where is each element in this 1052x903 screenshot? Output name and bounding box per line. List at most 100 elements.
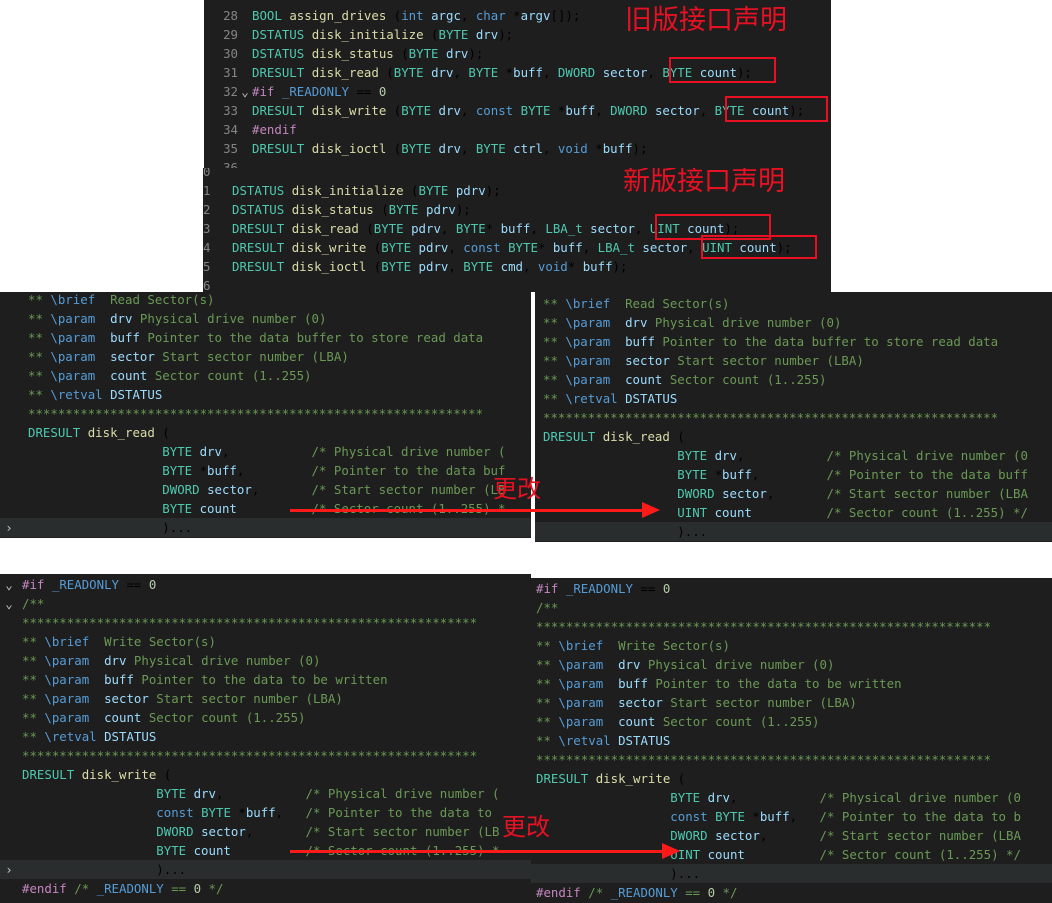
code-text: BYTE drv, /* Physical drive number (0 [670,790,1021,805]
chevron-down-icon[interactable]: ⌄ [2,594,16,613]
code-text: BYTE drv, /* Physical drive number (0 [677,448,1028,463]
code-line[interactable]: ** \param count Sector count (1..255) [0,708,531,727]
code-line[interactable]: ** \retval DSTATUS [535,389,1052,408]
code-line[interactable]: 36 [204,158,831,168]
code-line[interactable]: 35 DRESULT disk_ioctl (BYTE drv, BYTE ctr… [204,139,831,158]
code-line[interactable]: › )... [0,518,531,537]
highlight-box [669,57,776,83]
code-text: DSTATUS disk_initialize (BYTE drv); [252,27,514,42]
disk-write-old-pane: ⌄ #if _READONLY == 0 ⌄ /** *****************… [0,574,531,903]
code-line[interactable]: UINT count /* Sector count (1..255) */ [535,503,1052,522]
code-line[interactable]: const BYTE *buff, /* Pointer to the data… [0,803,531,822]
code-line[interactable]: DRESULT disk_read ( [0,423,531,442]
code-text: BYTE drv, /* Physical drive number ( [162,444,506,459]
code-line[interactable]: /** [531,598,1052,617]
code-text: ** \param sector Start sector number (LB… [536,695,857,710]
code-line[interactable]: const BYTE *buff, /* Pointer to the data… [531,807,1052,826]
code-line[interactable]: 5 DRESULT disk_ioctl (BYTE pdrv, BYTE cmd… [203,257,831,276]
code-line[interactable]: UINT count /* Sector count (1..255) */ [531,845,1052,864]
code-line[interactable]: ** \brief Write Sector(s) [531,636,1052,655]
code-line[interactable]: 34 #endif [204,120,831,139]
code-line[interactable]: ****************************************… [0,613,531,632]
disk-read-old-pane: ** \brief Read Sector(s) ** \param drv Ph… [0,292,531,538]
code-line[interactable]: ** \param count Sector count (1..255) [0,366,531,385]
code-line[interactable]: ** \param count Sector count (1..255) [535,370,1052,389]
code-line[interactable]: #if _READONLY == 0 [531,579,1052,598]
code-text: ****************************************… [536,752,992,767]
code-text: UINT count /* Sector count (1..255) */ [677,505,1028,520]
code-line[interactable]: ** \param count Sector count (1..255) [531,712,1052,731]
code-line[interactable]: ** \retval DSTATUS [0,385,531,404]
code-line[interactable]: ****************************************… [535,408,1052,427]
code-line[interactable]: BYTE drv, /* Physical drive number ( [0,442,531,461]
code-line[interactable]: BYTE drv, /* Physical drive number (0 [535,446,1052,465]
code-line[interactable]: ****************************************… [531,750,1052,769]
code-line[interactable]: › )... [0,860,531,879]
code-text: #endif /* _READONLY == 0 */ [22,881,224,896]
code-line[interactable]: ⌄ /** [0,594,531,613]
code-line[interactable]: ** \param drv Physical drive number (0) [535,313,1052,332]
code-line[interactable]: ** \retval DSTATUS [531,731,1052,750]
code-line[interactable]: ** \param sector Start sector number (LB… [535,351,1052,370]
code-line[interactable]: DWORD sector, /* Start sector number (LB [0,480,531,499]
code-line[interactable]: ** \param sector Start sector number (LB… [0,347,531,366]
code-line[interactable]: ** \param buff Pointer to the data to be… [531,674,1052,693]
chevron-right-icon[interactable]: › [2,518,16,537]
code-line[interactable]: DRESULT disk_write ( [0,765,531,784]
code-line[interactable]: DWORD sector, /* Start sector number (LB… [535,484,1052,503]
code-line[interactable]: ⌄ #if _READONLY == 0 [0,575,531,594]
code-text: const BYTE *buff, /* Pointer to the data… [670,809,1021,824]
code-text: ** \param drv Physical drive number (0) [543,315,842,330]
code-line[interactable]: ** \param sector Start sector number (LB… [531,693,1052,712]
code-line[interactable]: ** \brief Write Sector(s) [0,632,531,651]
code-text: )... [22,862,187,877]
code-text: ** \retval DSTATUS [28,387,163,402]
chevron-right-icon[interactable]: › [2,860,16,879]
code-line[interactable]: ** \param buff Pointer to the data to be… [0,670,531,689]
code-line[interactable]: DRESULT disk_write ( [531,769,1052,788]
code-line[interactable]: ** \retval DSTATUS [0,727,531,746]
code-line[interactable]: ****************************************… [531,617,1052,636]
code-text: DSTATUS disk_initialize (BYTE pdrv); [232,183,501,198]
code-text: #if _READONLY == 0 [22,577,157,592]
code-line[interactable]: ****************************************… [0,404,531,423]
code-text: DSTATUS disk_status (BYTE pdrv); [232,202,471,217]
code-line[interactable]: ** \param drv Physical drive number (0) [531,655,1052,674]
code-text: DRESULT disk_read ( [28,425,170,440]
code-line[interactable]: ** \param buff Pointer to the data buffe… [535,332,1052,351]
code-line[interactable]: ** \brief Read Sector(s) [0,292,531,309]
code-line[interactable]: #endif /* _READONLY == 0 */ [0,879,531,898]
code-line[interactable]: 6 [203,276,831,292]
code-line[interactable]: #endif /* _READONLY == 0 */ [531,883,1052,902]
code-text: DRESULT disk_write (BYTE drv, const BYTE… [252,103,805,118]
new-header-pane: 0 1 DSTATUS disk_initialize (BYTE pdrv); … [203,168,831,292]
code-text: ** \retval DSTATUS [22,729,157,744]
code-text: )... [28,520,193,535]
chevron-down-icon[interactable]: ⌄ [238,82,252,101]
disk-read-new-pane: ** \brief Read Sector(s) ** \param drv Ph… [535,292,1052,542]
code-line[interactable]: BYTE drv, /* Physical drive number (0 [531,788,1052,807]
code-text: )... [543,524,708,539]
code-line[interactable]: ** \brief Read Sector(s) [535,294,1052,313]
code-text: #endif /* _READONLY == 0 */ [536,885,738,900]
code-line[interactable]: ** \param sector Start sector number (LB… [0,689,531,708]
code-text: ** \param drv Physical drive number (0) [536,657,835,672]
code-line[interactable]: DWORD sector, /* Start sector number (LB [0,822,531,841]
code-text: ** \param sector Start sector number (LB… [28,349,349,364]
chevron-down-icon[interactable]: ⌄ [2,575,16,594]
code-text: ** \brief Read Sector(s) [543,296,730,311]
code-line[interactable]: )... [535,522,1052,541]
code-line[interactable]: ****************************************… [0,746,531,765]
code-line[interactable]: ** \param drv Physical drive number (0) [0,651,531,670]
code-line[interactable]: DRESULT disk_read ( [535,427,1052,446]
code-line[interactable]: )... [531,864,1052,883]
code-line[interactable]: ** \param drv Physical drive number (0) [0,309,531,328]
code-text: ** \brief Write Sector(s) [22,634,216,649]
code-line[interactable]: DWORD sector, /* Start sector number (LB… [531,826,1052,845]
code-line[interactable]: BYTE drv, /* Physical drive number ( [0,784,531,803]
code-line[interactable]: BYTE *buff, /* Pointer to the data buff [535,465,1052,484]
code-line[interactable]: ** \param buff Pointer to the data buffe… [0,328,531,347]
code-text: DWORD sector, /* Start sector number (LB [162,482,506,497]
code-line[interactable]: BYTE *buff, /* Pointer to the data buf [0,461,531,480]
code-text: DRESULT disk_write ( [22,767,172,782]
